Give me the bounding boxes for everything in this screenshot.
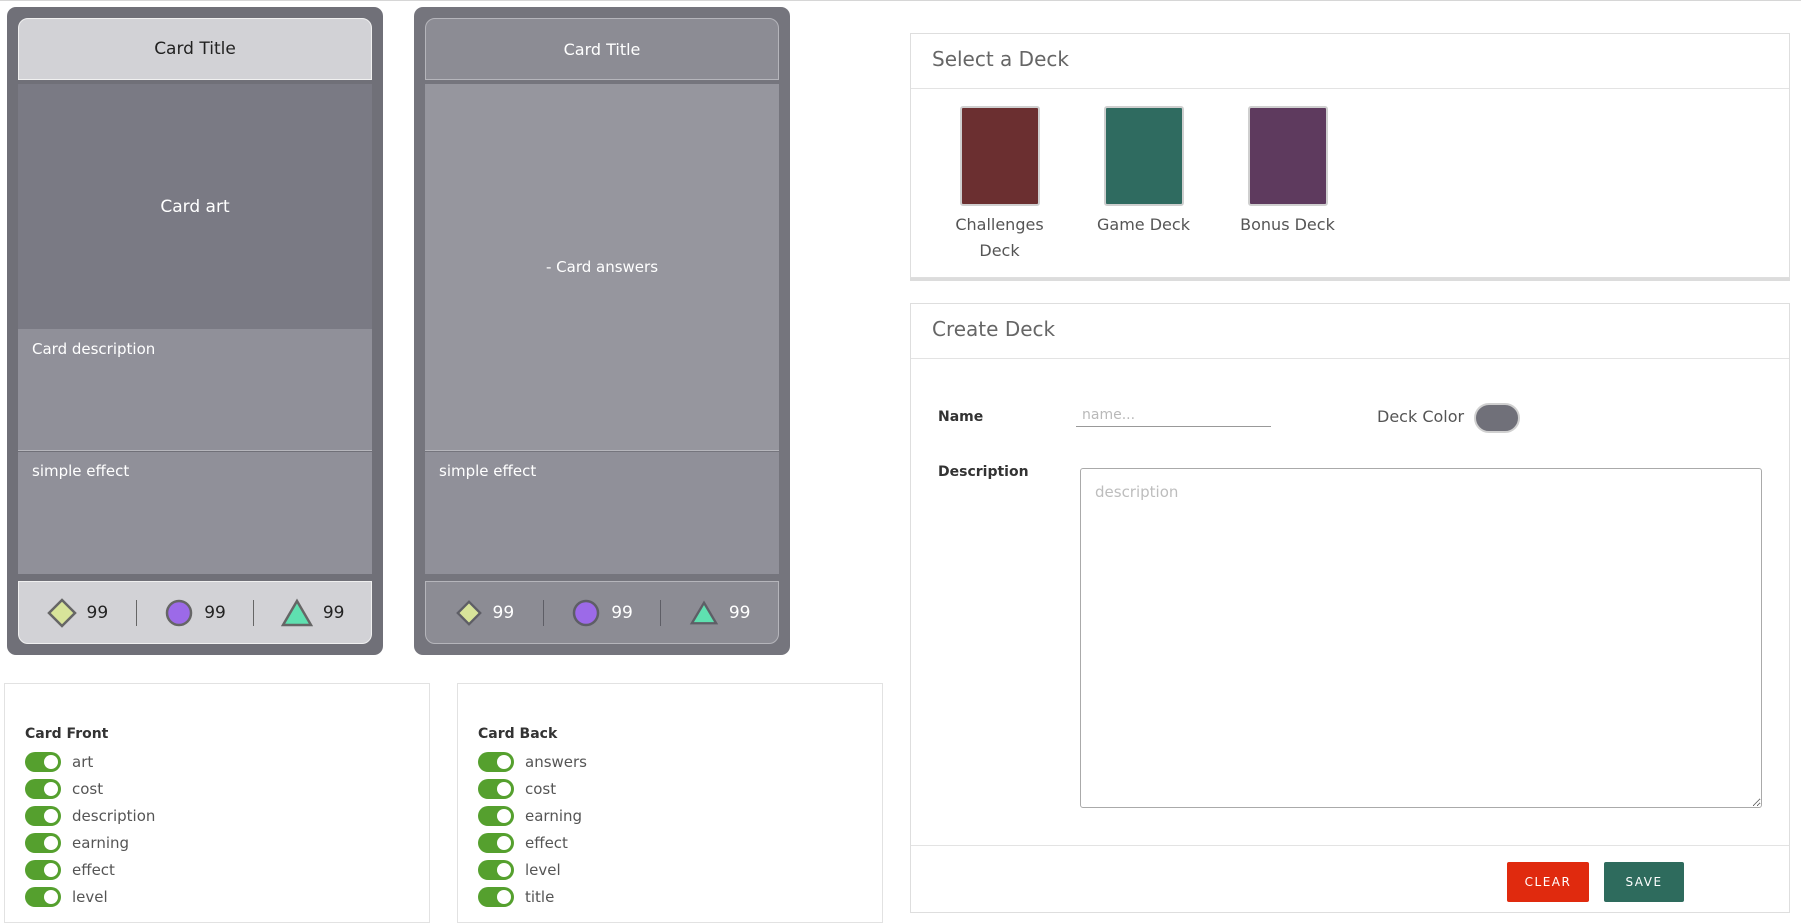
deck-list: Challenges Deck Game Deck Bonus Deck <box>941 106 1346 264</box>
toggle-switch[interactable] <box>25 886 61 907</box>
create-deck-panel: Create Deck Name Deck Color Description … <box>910 303 1790 913</box>
card-back-preview: Card Title - Card answers simple effect … <box>414 7 790 655</box>
deck-label: Game Deck <box>1097 215 1190 234</box>
toggle-switch[interactable] <box>25 832 61 853</box>
stat-value: 99 <box>204 602 226 623</box>
deck-swatch[interactable] <box>1247 106 1328 206</box>
stat-value: 99 <box>86 602 109 623</box>
toggle-row: effect <box>478 829 587 856</box>
top-border <box>0 0 1801 1</box>
circle-icon <box>165 599 193 626</box>
toggle-label: title <box>525 887 555 906</box>
toggle-row: cost <box>478 775 587 802</box>
toggle-switch[interactable] <box>25 805 61 826</box>
card-front-toggle-list: art cost description earning effect leve… <box>25 748 155 910</box>
toggle-switch[interactable] <box>478 751 514 772</box>
card-back-toggle-panel: Card Back answers cost earning effect le… <box>457 683 883 923</box>
deck-swatch[interactable] <box>959 106 1040 206</box>
toggle-switch[interactable] <box>25 859 61 880</box>
stat-circle: 99 <box>544 598 661 628</box>
card-front-title: Card Title <box>18 18 372 80</box>
select-deck-panel: Select a Deck Challenges Deck Game Deck … <box>910 33 1790 278</box>
name-label: Name <box>938 409 984 425</box>
circle-icon <box>572 599 600 626</box>
clear-button[interactable]: CLEAR <box>1507 862 1589 902</box>
triangle-icon <box>280 598 313 626</box>
name-input[interactable] <box>1076 403 1271 427</box>
save-button[interactable]: SAVE <box>1604 862 1684 902</box>
deck-game[interactable]: Game Deck <box>1085 106 1202 264</box>
description-label: Description <box>938 464 1029 480</box>
card-back-answers: - Card answers <box>425 84 779 451</box>
toggle-label: cost <box>525 779 557 798</box>
card-front-preview: Card Title Card art Card description sim… <box>7 7 383 655</box>
toggle-row: effect <box>25 856 155 883</box>
deck-label: Bonus Deck <box>1240 215 1335 234</box>
toggle-switch[interactable] <box>25 751 61 772</box>
stat-value: 99 <box>728 602 751 623</box>
card-back-toggle-list: answers cost earning effect level title <box>478 748 587 910</box>
card-front-effect: simple effect <box>18 452 372 574</box>
stat-diamond: 99 <box>426 599 543 627</box>
card-back-effect: simple effect <box>425 452 779 574</box>
card-front-stats: 99 99 99 <box>18 581 372 644</box>
card-back-stats: 99 99 99 <box>425 581 779 644</box>
toggle-row: level <box>478 856 587 883</box>
diamond-icon <box>46 597 77 628</box>
deck-label: Challenges Deck <box>955 215 1044 260</box>
toggle-label: effect <box>72 860 115 879</box>
card-front-heading: Card Front <box>25 726 109 742</box>
stat-triangle: 99 <box>254 598 371 628</box>
card-back-heading: Card Back <box>478 726 558 742</box>
toggle-label: answers <box>525 752 587 771</box>
form-footer-divider <box>911 845 1789 846</box>
deck-swatch[interactable] <box>1103 106 1184 206</box>
toggle-row: earning <box>25 829 155 856</box>
card-back-title: Card Title <box>425 18 779 80</box>
card-front-art: Card art <box>18 84 372 329</box>
toggle-label: level <box>72 887 108 906</box>
stat-value: 99 <box>322 602 345 623</box>
toggle-label: description <box>72 806 156 825</box>
toggle-label: cost <box>72 779 104 798</box>
toggle-switch[interactable] <box>478 832 514 853</box>
card-front-description: Card description <box>18 329 372 451</box>
stat-value: 99 <box>492 602 515 623</box>
card-front-toggle-panel: Card Front art cost description earning … <box>4 683 430 923</box>
toggle-label: earning <box>72 833 130 852</box>
stat-triangle: 99 <box>661 599 778 627</box>
toggle-switch[interactable] <box>25 778 61 799</box>
toggle-row: level <box>25 883 155 910</box>
select-deck-title: Select a Deck <box>911 34 1789 89</box>
toggle-switch[interactable] <box>478 859 514 880</box>
stat-circle: 99 <box>137 598 254 628</box>
deck-bonus[interactable]: Bonus Deck <box>1229 106 1346 264</box>
deck-color-label: Deck Color <box>1377 407 1465 426</box>
toggle-switch[interactable] <box>478 886 514 907</box>
description-textarea[interactable] <box>1080 468 1762 808</box>
toggle-label: level <box>525 860 561 879</box>
toggle-row: answers <box>478 748 587 775</box>
toggle-switch[interactable] <box>478 805 514 826</box>
diamond-icon <box>455 599 482 626</box>
triangle-icon <box>689 599 719 624</box>
toggle-row: cost <box>25 775 155 802</box>
toggle-label: earning <box>525 806 583 825</box>
deck-color-picker[interactable] <box>1474 403 1520 433</box>
toggle-switch[interactable] <box>478 778 514 799</box>
stat-diamond: 99 <box>19 597 136 628</box>
toggle-row: earning <box>478 802 587 829</box>
toggle-row: title <box>478 883 587 910</box>
toggle-label: effect <box>525 833 568 852</box>
stat-value: 99 <box>611 602 633 623</box>
toggle-row: description <box>25 802 155 829</box>
toggle-row: art <box>25 748 155 775</box>
create-deck-title: Create Deck <box>911 304 1789 359</box>
toggle-label: art <box>72 752 94 771</box>
deck-challenges[interactable]: Challenges Deck <box>941 106 1058 264</box>
